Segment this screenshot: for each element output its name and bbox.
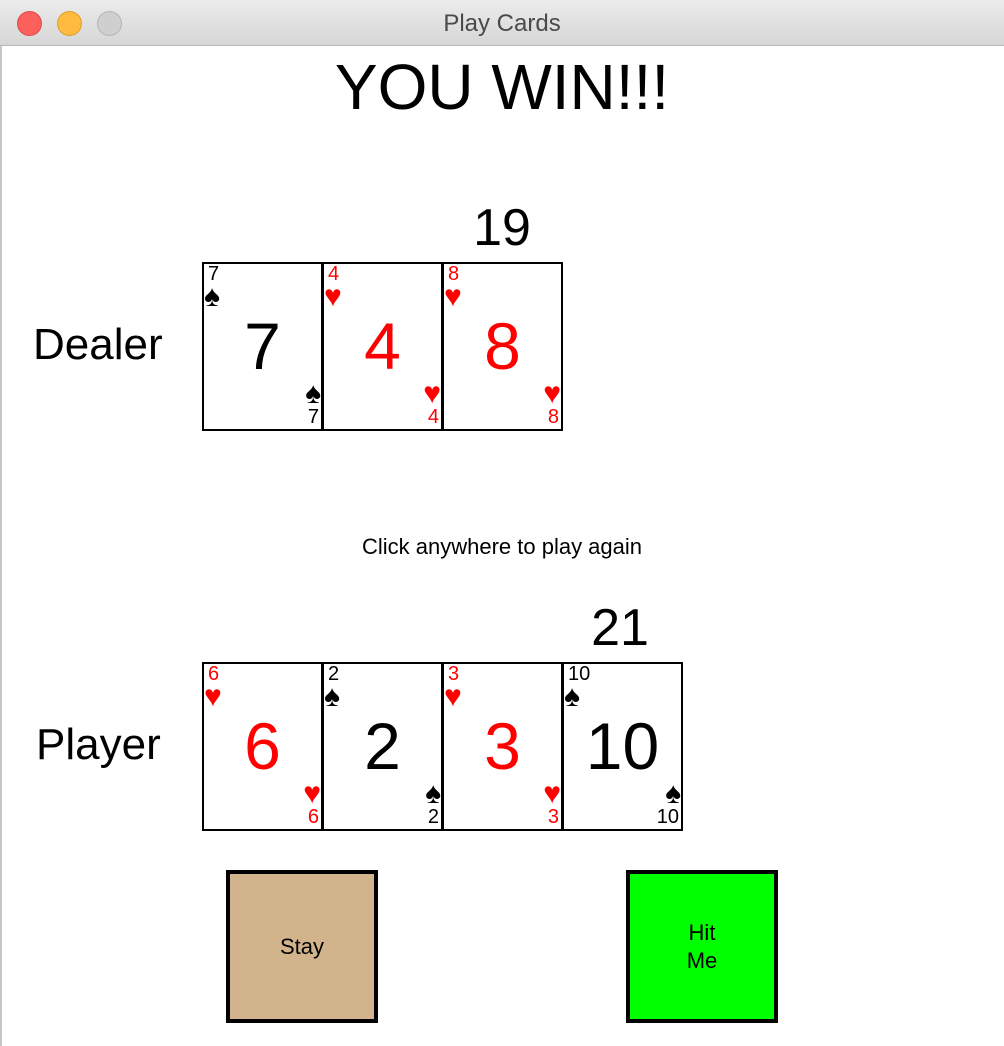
player-card: 3 ♥ 3 ♥ 3: [442, 662, 563, 831]
hit-me-button-label: Hit Me: [686, 919, 718, 973]
hearts-suit-icon: ♥: [543, 377, 561, 410]
play-again-prompt: Click anywhere to play again: [361, 534, 643, 559]
player-score: 21: [591, 599, 649, 657]
card-rank: 4: [364, 309, 401, 383]
player-card: 2 ♠ 2 ♠ 2: [322, 662, 443, 831]
hearts-suit-icon: ♥: [324, 280, 342, 313]
dealer-card: 8 ♥ 8 ♥ 8: [442, 262, 563, 431]
window-title: Play Cards: [443, 10, 561, 37]
card-rank: 2: [364, 709, 401, 783]
card-rank: 10: [585, 709, 660, 783]
stay-button-label: Stay: [279, 933, 325, 959]
spades-suit-icon: ♠: [665, 777, 681, 810]
dealer-card: 4 ♥ 4 ♥ 4: [322, 262, 443, 431]
card-rank-bottom-right: 4: [427, 406, 439, 428]
card-rank-bottom-right: 8: [547, 406, 559, 428]
hearts-suit-icon: ♥: [444, 280, 462, 313]
player-card: 6 ♥ 6 ♥ 6: [202, 662, 323, 831]
card-rank-bottom-right: 7: [307, 406, 319, 428]
dealer-label: Dealer: [33, 320, 163, 369]
hearts-suit-icon: ♥: [303, 777, 321, 810]
dealer-card: 7 ♠ 7 ♠ 7: [202, 262, 323, 431]
spades-suit-icon: ♠: [425, 777, 441, 810]
hit-me-button[interactable]: Hit Me: [626, 870, 778, 1023]
spades-suit-icon: ♠: [324, 680, 340, 713]
card-rank: 6: [244, 709, 281, 783]
hearts-suit-icon: ♥: [444, 680, 462, 713]
card-rank-bottom-right: 2: [427, 806, 439, 828]
hearts-suit-icon: ♥: [543, 777, 561, 810]
card-rank: 8: [484, 309, 521, 383]
card-rank-bottom-right: 3: [547, 806, 559, 828]
hearts-suit-icon: ♥: [423, 377, 441, 410]
game-status-text: YOU WIN!!!: [334, 51, 670, 123]
card-rank-bottom-right: 10: [656, 806, 679, 828]
spades-suit-icon: ♠: [305, 377, 321, 410]
hearts-suit-icon: ♥: [204, 680, 222, 713]
spades-suit-icon: ♠: [564, 680, 580, 713]
spades-suit-icon: ♠: [204, 280, 220, 313]
player-card: 10 ♠ 10 ♠ 10: [562, 662, 683, 831]
stay-button[interactable]: Stay: [226, 870, 378, 1023]
window-titlebar: Play Cards: [0, 0, 1004, 46]
player-label: Player: [36, 720, 161, 769]
card-rank: 7: [244, 309, 281, 383]
card-rank-bottom-right: 6: [307, 806, 319, 828]
dealer-score: 19: [473, 199, 531, 257]
card-rank: 3: [484, 709, 521, 783]
